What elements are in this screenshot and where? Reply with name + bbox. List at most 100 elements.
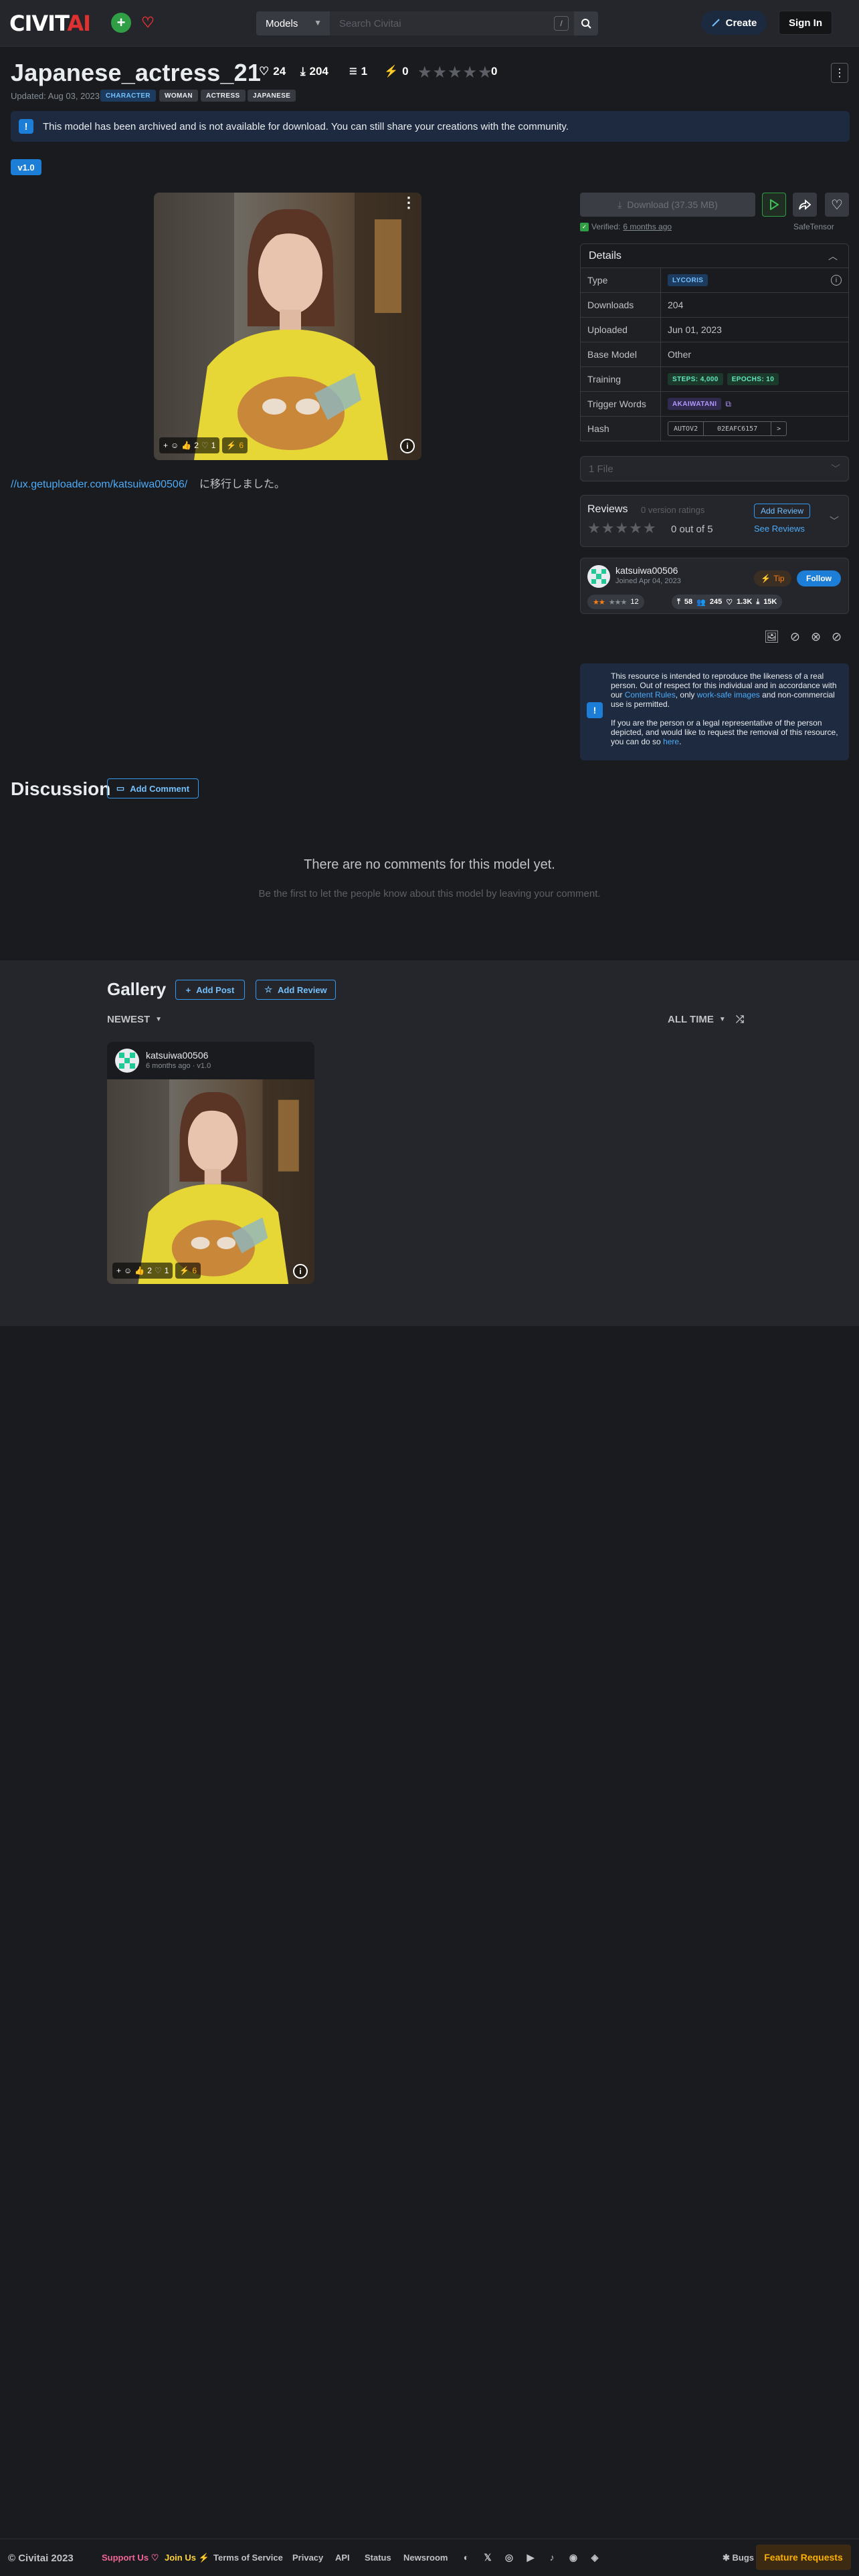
download-button[interactable]: ⤓ Download (37.35 MB) (580, 193, 755, 217)
work-safe-link[interactable]: work-safe images (697, 690, 760, 700)
model-title: Japanese_actress_21 (11, 59, 262, 86)
version-badge[interactable]: v1.0 (11, 159, 41, 175)
trigger-word[interactable]: AKAIWATANI (668, 398, 722, 410)
sign-in-button[interactable]: Sign In (779, 11, 832, 35)
x-icon[interactable]: 𝕏 (482, 2551, 494, 2563)
reddit-icon[interactable]: ◉ (567, 2551, 579, 2563)
image-menu-icon[interactable]: ⋮ (401, 194, 416, 211)
detail-hash: Hash AUTOV2 02EAFC6157 > (581, 416, 848, 441)
join-us-link[interactable]: Join Us ⚡ (165, 2553, 209, 2563)
tag-actress[interactable]: ACTRESS (201, 90, 246, 102)
hash-value[interactable]: 02EAFC6157 (704, 422, 771, 435)
image-reactions[interactable]: + ☺ 👍 2 ♡ 1 (159, 437, 220, 453)
civitai-logo[interactable]: CIVITAI (9, 11, 91, 36)
chevron-down-icon: ﹀ (831, 463, 840, 474)
card-reactions[interactable]: + ☺ 👍 2 ♡ 1 (112, 1263, 173, 1279)
support-us-link[interactable]: Support Us ♡ (102, 2553, 159, 2563)
youtube-icon[interactable]: ▶ (524, 2551, 537, 2563)
tag-woman[interactable]: WOMAN (159, 90, 198, 102)
info-icon[interactable]: i (831, 275, 842, 286)
info-icon[interactable]: i (293, 1264, 308, 1279)
add-post-button[interactable]: + Add Post (175, 980, 245, 1000)
more-options-button[interactable]: ⋮ (831, 63, 848, 83)
newsroom-link[interactable]: Newsroom (403, 2553, 448, 2563)
shuffle-icon[interactable]: ⤮ (736, 1014, 744, 1025)
search-input[interactable] (330, 17, 554, 29)
card-buzz[interactable]: ⚡ 6 (175, 1263, 201, 1279)
hash-type[interactable]: AUTOV2 (668, 422, 704, 435)
rating-stars[interactable]: ★★★★★ (417, 63, 493, 82)
card-username[interactable]: katsuiwa00506 (146, 1050, 208, 1061)
no-generation-icon[interactable]: ⊘ (790, 630, 800, 644)
instagram-icon[interactable]: ◎ (503, 2551, 515, 2563)
model-preview-image[interactable]: ⋮ + ☺ 👍 2 ♡ 1 ⚡ 6 i (154, 193, 421, 460)
avatar[interactable] (587, 565, 610, 588)
chevron-right-icon[interactable]: > (771, 422, 786, 435)
gallery-image[interactable]: + ☺ 👍 2 ♡ 1 ⚡ 6 i (107, 1079, 314, 1284)
add-review-gallery-button[interactable]: ☆ Add Review (256, 980, 336, 1000)
discord-icon[interactable]: ◐ (460, 2551, 472, 2563)
downloads-stat: ⤓ 204 (300, 65, 328, 78)
files-accordion[interactable]: 1 File ﹀ (580, 456, 849, 481)
no-sell-icon[interactable]: ⊘ (832, 630, 842, 644)
status-link[interactable]: Status (365, 2553, 391, 2563)
portrait-photo (154, 193, 421, 460)
heart-icon[interactable]: ♡ (138, 13, 158, 33)
sort-dropdown[interactable]: NEWEST ▼ (107, 1014, 162, 1025)
creator-stats: ⤒ 58 👥 245 ♡ 1.3K ⤓ 15K (672, 595, 783, 609)
card-meta: 6 months ago · v1.0 (146, 1062, 211, 1070)
share-button[interactable] (793, 193, 817, 217)
likeness-notice: ! This resource is intended to reproduce… (580, 663, 849, 760)
api-link[interactable]: API (335, 2553, 350, 2563)
run-button[interactable] (762, 193, 786, 217)
content-rules-link[interactable]: Content Rules (625, 690, 676, 700)
favorite-button[interactable]: ♡ (825, 193, 849, 217)
add-review-button[interactable]: Add Review (754, 504, 810, 518)
info-icon[interactable]: i (400, 439, 415, 453)
tiktok-icon[interactable]: ♪ (546, 2551, 558, 2563)
see-reviews-link[interactable]: See Reviews (754, 524, 805, 534)
chevron-down-icon[interactable]: ﹀ (830, 514, 839, 528)
bolt-icon: ⚡ (384, 65, 399, 78)
removal-request-link[interactable]: here (663, 737, 679, 746)
smile-icon: ☺ (171, 441, 179, 450)
bugs-link[interactable]: ✱ Bugs (723, 2553, 754, 2563)
image-allowed-icon[interactable]: 🖼 (764, 630, 779, 644)
github-icon[interactable]: ◈ (589, 2551, 601, 2563)
description-link[interactable]: //ux.getuploader.com/katsuiwa00506/ (11, 479, 187, 490)
chevron-down-icon: ▼ (314, 18, 322, 27)
upload-plus-button[interactable]: + (111, 13, 131, 33)
play-icon (770, 199, 779, 210)
archived-alert: ! This model has been archived and is no… (11, 111, 850, 142)
tip-button[interactable]: ⚡ Tip (754, 570, 791, 586)
image-buzz[interactable]: ⚡ 6 (222, 437, 248, 453)
gallery-card[interactable]: katsuiwa00506 6 months ago · v1.0 ⋮ +☺ 👍… (107, 1042, 314, 1284)
download-icon: ⤓ (300, 65, 306, 78)
follow-button[interactable]: Follow (797, 570, 841, 586)
brush-icon (711, 19, 720, 27)
feature-requests-button[interactable]: Feature Requests (756, 2545, 851, 2570)
no-commercial-icon[interactable]: ⊗ (811, 630, 821, 644)
comment-icon: ▭ (116, 783, 125, 793)
period-dropdown[interactable]: ALL TIME ▼ (668, 1014, 726, 1025)
creator-card: katsuiwa00506 Joined Apr 04, 2023 ⚡ Tip F… (580, 558, 849, 614)
file-format: SafeTensor (793, 222, 834, 231)
detail-uploaded: Uploaded Jun 01, 2023 (581, 317, 848, 342)
search-icon[interactable] (574, 11, 598, 35)
likes-stat[interactable]: ♡ 24 (259, 65, 286, 78)
details-header[interactable]: Details ︿ (580, 243, 849, 268)
bolt-icon: ⚡ (179, 1266, 190, 1275)
search-type-select[interactable]: Models ▼ (256, 11, 330, 35)
copy-icon[interactable]: ⧉ (725, 399, 731, 409)
privacy-link[interactable]: Privacy (292, 2553, 323, 2563)
buzz-stat: ⚡ 0 (384, 65, 409, 78)
creator-name[interactable]: katsuiwa00506 (615, 565, 678, 576)
tag-character[interactable]: CHARACTER (100, 90, 156, 102)
no-comments-title: There are no comments for this model yet… (304, 857, 555, 872)
terms-link[interactable]: Terms of Service (213, 2553, 283, 2563)
avatar[interactable] (115, 1049, 139, 1073)
add-comment-button[interactable]: ▭ Add Comment (107, 778, 199, 798)
model-description: //ux.getuploader.com/katsuiwa00506/ に移行し… (11, 479, 285, 490)
tag-japanese[interactable]: JAPANESE (248, 90, 296, 102)
create-button[interactable]: Create (701, 11, 767, 35)
